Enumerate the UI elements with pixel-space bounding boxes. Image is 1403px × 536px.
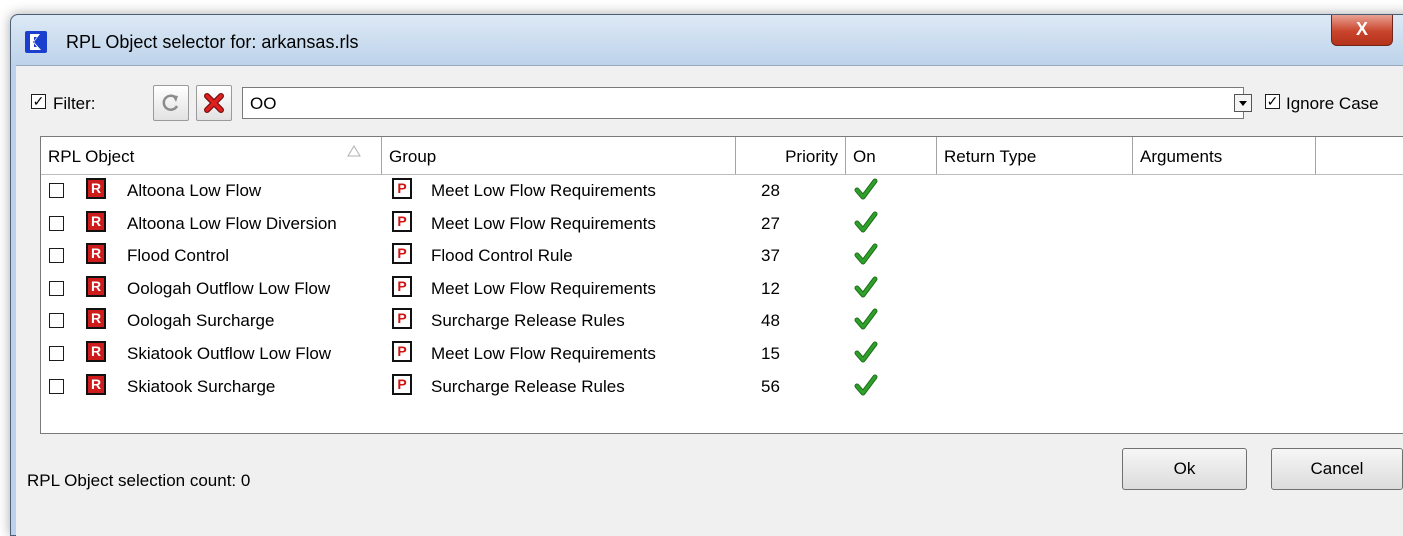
policy-group-icon: P xyxy=(392,341,412,362)
ok-button[interactable]: Ok xyxy=(1122,448,1247,490)
column-header-return-type[interactable]: Return Type xyxy=(937,137,1133,174)
table-row[interactable]: R Skiatook Surcharge P Surcharge Release Ru… xyxy=(41,371,1403,403)
check-icon xyxy=(854,243,878,265)
row-select-checkbox[interactable] xyxy=(49,183,64,198)
policy-group-icon: P xyxy=(392,308,412,330)
table-row[interactable]: R Skiatook Outflow Low Flow P Meet Low Flow… xyxy=(41,338,1403,370)
filter-value: OO xyxy=(250,94,277,113)
chevron-down-icon xyxy=(1239,101,1247,106)
priority-value: 56 xyxy=(761,376,780,396)
policy-group-icon: P xyxy=(392,275,412,297)
row-select-checkbox[interactable] xyxy=(49,378,64,394)
table-header: RPL Object Group Priority On Return Type xyxy=(41,137,1403,175)
group-name: Surcharge Release Rules xyxy=(431,376,625,396)
row-select-checkbox[interactable] xyxy=(49,346,64,361)
priority-value: 28 xyxy=(761,181,780,200)
column-header-arguments[interactable]: Arguments xyxy=(1133,137,1316,174)
ignore-case-checkbox[interactable]: ✓ xyxy=(1265,94,1280,109)
policy-group-icon: P xyxy=(392,178,412,199)
group-name: Meet Low Flow Requirements xyxy=(431,181,656,200)
group-name: Meet Low Flow Requirements xyxy=(431,213,656,233)
rule-icon: R xyxy=(86,243,106,265)
table-row[interactable]: R Altoona Low Flow Diversion P Meet Low Flo… xyxy=(41,208,1403,240)
row-select-checkbox[interactable] xyxy=(49,248,64,264)
rpl-object-name: Skiatook Surcharge xyxy=(127,376,276,396)
table-row[interactable]: R Oologah Outflow Low Flow P Meet Low Flow … xyxy=(41,273,1403,305)
filter-label: Filter: xyxy=(53,94,96,113)
rule-icon: R xyxy=(86,178,106,199)
selection-count-status: RPL Object selection count: 0 xyxy=(27,471,251,490)
column-header-priority[interactable]: Priority xyxy=(736,137,846,174)
table-row[interactable]: R Altoona Low Flow P Meet Low Flow Requirem… xyxy=(41,175,1403,207)
cancel-button[interactable]: Cancel xyxy=(1271,448,1403,490)
clear-filter-button[interactable] xyxy=(196,85,232,121)
filter-history-dropdown[interactable] xyxy=(1234,94,1252,112)
policy-group-icon: P xyxy=(392,373,412,395)
rpl-object-name: Oologah Outflow Low Flow xyxy=(127,278,331,298)
group-name: Surcharge Release Rules xyxy=(431,311,625,331)
rule-icon: R xyxy=(86,373,106,395)
table-row[interactable]: R Flood Control P Flood Control Rule 37 xyxy=(41,240,1403,272)
check-icon xyxy=(854,341,878,363)
rpl-object-name: Altoona Low Flow xyxy=(127,181,262,200)
close-button[interactable]: X xyxy=(1331,15,1393,46)
rule-icon: R xyxy=(86,308,106,330)
rpl-object-table: RPL Object Group Priority On Return Type xyxy=(40,136,1403,434)
red-x-icon xyxy=(204,93,224,113)
check-icon xyxy=(854,178,878,200)
column-header-on[interactable]: On xyxy=(846,137,937,174)
check-icon xyxy=(854,276,878,298)
riverware-app-icon xyxy=(25,31,47,53)
policy-group-icon: P xyxy=(392,210,412,232)
filter-input[interactable]: OO xyxy=(242,87,1244,119)
priority-value: 15 xyxy=(761,344,780,363)
rpl-object-name: Altoona Low Flow Diversion xyxy=(127,213,337,233)
window-title: RPL Object selector for: arkansas.rls xyxy=(66,32,359,52)
group-name: Meet Low Flow Requirements xyxy=(431,344,656,363)
priority-value: 37 xyxy=(761,246,780,266)
dialog-body: ✓ Filter: OO ✓ Ignore Case RPL Object Gr… xyxy=(16,65,1403,536)
group-name: Meet Low Flow Requirements xyxy=(431,278,656,298)
row-select-checkbox[interactable] xyxy=(49,313,64,329)
rule-icon: R xyxy=(86,210,106,232)
check-icon xyxy=(854,308,878,330)
rpl-object-name: Oologah Surcharge xyxy=(127,311,275,331)
check-icon xyxy=(854,374,878,396)
priority-value: 27 xyxy=(761,213,780,233)
priority-value: 48 xyxy=(761,311,780,331)
group-name: Flood Control Rule xyxy=(431,246,573,266)
rpl-object-name: Flood Control xyxy=(127,246,230,266)
policy-group-icon: P xyxy=(392,243,412,265)
refresh-filter-button[interactable] xyxy=(153,85,189,121)
rule-icon: R xyxy=(86,275,106,297)
column-header-rpl-object[interactable]: RPL Object xyxy=(41,137,382,174)
row-select-checkbox[interactable] xyxy=(49,280,64,296)
refresh-icon xyxy=(162,94,179,111)
priority-value: 12 xyxy=(761,278,780,298)
check-icon xyxy=(854,211,878,233)
rule-icon: R xyxy=(86,341,106,362)
dialog-window: RPL Object selector for: arkansas.rls X … xyxy=(10,14,1403,536)
ignore-case-label: Ignore Case xyxy=(1286,94,1379,113)
table-row[interactable]: R Oologah Surcharge P Surcharge Release Rul… xyxy=(41,305,1403,337)
rpl-object-name: Skiatook Outflow Low Flow xyxy=(127,344,332,363)
row-select-checkbox[interactable] xyxy=(49,215,64,231)
sort-ascending-icon xyxy=(347,145,361,157)
column-header-group[interactable]: Group xyxy=(382,137,736,174)
title-bar[interactable]: RPL Object selector for: arkansas.rls X xyxy=(11,15,1403,65)
filter-enabled-checkbox[interactable]: ✓ xyxy=(31,94,46,109)
